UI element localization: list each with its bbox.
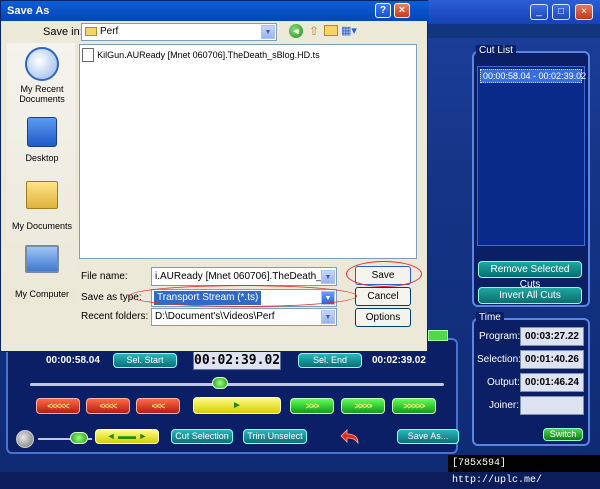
chevron-down-icon: ▼ — [321, 310, 335, 324]
save-in-dropdown[interactable]: Perf ▼ — [81, 23, 277, 41]
joiner-label: Joiner: — [489, 400, 520, 411]
annotation-oval-type — [129, 285, 357, 307]
recent-folders-dropdown[interactable]: D:\Document's\Videos\Perf ▼ — [151, 308, 337, 326]
file-name-input[interactable]: i.AUReady [Mnet 060706].TheDeath_sBlog.H… — [151, 267, 337, 286]
up-folder-icon[interactable]: ⇧ — [306, 23, 322, 39]
undo-icon[interactable] — [340, 428, 362, 446]
rewind-fastest-button[interactable]: <<<<< — [36, 398, 80, 414]
forward-button[interactable]: >>> — [290, 398, 334, 414]
close-button[interactable]: × — [575, 4, 593, 20]
selection-time: 00:01:40.26 — [520, 350, 584, 369]
place-recent[interactable]: My Recent Documents — [7, 47, 77, 104]
place-label: My Recent Documents — [19, 84, 65, 104]
new-folder-icon[interactable] — [324, 25, 338, 36]
sel-start-button[interactable]: Sel. Start — [113, 353, 177, 368]
cancel-button[interactable]: Cancel — [355, 287, 411, 306]
file-item[interactable]: KilGun.AUReady [Mnet 060706].TheDeath_sB… — [82, 48, 320, 62]
chevron-down-icon: ▼ — [261, 25, 275, 39]
output-label: Output: — [487, 377, 520, 388]
desktop-icon — [27, 117, 57, 147]
volume-thumb[interactable] — [69, 432, 88, 444]
place-label: Desktop — [25, 153, 59, 163]
place-label: My Documents — [11, 221, 73, 231]
maximize-button[interactable]: □ — [552, 4, 570, 20]
invert-all-cuts-button[interactable]: Invert All Cuts — [478, 287, 582, 304]
cut-selection-button[interactable]: Cut Selection — [171, 429, 233, 444]
place-desktop[interactable]: Desktop — [7, 117, 77, 163]
speaker-icon[interactable] — [16, 430, 34, 448]
file-name-value: i.AUReady [Mnet 060706].TheDeath_sBlog.H… — [155, 271, 336, 282]
save-in-value: Perf — [100, 26, 119, 37]
folder-icon — [85, 27, 97, 36]
joiner-field[interactable] — [520, 396, 584, 415]
file-name-label: File name: — [81, 271, 128, 282]
current-time-display: 00:02:39.02 — [193, 350, 281, 370]
seek-track[interactable] — [30, 383, 444, 386]
sel-end-button[interactable]: Sel. End — [298, 353, 362, 368]
program-time: 00:03:27.22 — [520, 327, 584, 346]
chevron-down-icon: ▼ — [321, 270, 335, 284]
selection-label: Selection: — [477, 354, 521, 365]
dialog-close-button[interactable]: × — [394, 3, 410, 18]
minimize-button[interactable]: _ — [530, 4, 548, 20]
place-label: My Computer — [14, 289, 69, 299]
sel-start-time: 00:00:58.04 — [46, 355, 100, 366]
switch-button[interactable]: Switch — [543, 428, 583, 441]
views-menu-icon[interactable]: ▦▾ — [341, 24, 361, 38]
recent-folders-label: Recent folders: — [81, 311, 149, 322]
sel-end-time: 00:02:39.02 — [372, 355, 426, 366]
trim-unselect-button[interactable]: Trim Unselect — [243, 429, 307, 444]
play-button[interactable]: ► — [193, 397, 281, 414]
output-time: 00:01:46.24 — [520, 373, 584, 392]
recent-documents-icon — [25, 47, 59, 81]
help-button[interactable]: ? — [375, 3, 391, 18]
cut-list-box[interactable]: 00:00:58.04 - 00:02:39.02 — [477, 66, 586, 246]
dialog-title: Save As — [1, 1, 429, 21]
frame-step-button[interactable]: ◄ ▬▬ ► — [95, 429, 159, 444]
rewind-button[interactable]: <<< — [136, 398, 180, 414]
watermark: [785x594] http://uplc.me/ — [448, 455, 600, 486]
my-documents-icon — [26, 181, 58, 209]
file-name: KilGun.AUReady [Mnet 060706].TheDeath_sB… — [97, 50, 320, 60]
file-list[interactable]: KilGun.AUReady [Mnet 060706].TheDeath_sB… — [79, 44, 417, 259]
my-computer-icon — [25, 245, 59, 273]
place-my-documents[interactable]: My Documents — [7, 181, 77, 231]
cut-list-item[interactable]: 00:00:58.04 - 00:02:39.02 — [480, 69, 586, 83]
save-as-dialog: Save As ? × Save in: Perf ▼ ◄ ⇧ ▦▾ My Re… — [0, 0, 429, 352]
options-button[interactable]: Options — [355, 308, 411, 327]
save-in-label: Save in: — [43, 26, 83, 38]
annotation-oval-save — [346, 261, 422, 287]
progress-indicator — [428, 330, 448, 341]
back-icon[interactable]: ◄ — [289, 24, 303, 38]
program-label: Program: — [479, 331, 521, 342]
cut-list-title: Cut List — [476, 45, 516, 56]
app-toolbar-strip — [428, 24, 600, 38]
rewind-faster-button[interactable]: <<<< — [86, 398, 130, 414]
forward-fastest-button[interactable]: >>>>> — [392, 398, 436, 414]
save-as-button[interactable]: Save As... — [397, 429, 459, 444]
remove-selected-cuts-button[interactable]: Remove Selected Cuts — [478, 261, 582, 290]
time-panel-title: Time — [476, 312, 504, 323]
recent-folders-value: D:\Document's\Videos\Perf — [155, 311, 275, 322]
seek-thumb[interactable] — [212, 377, 229, 389]
ts-file-icon — [82, 48, 94, 62]
place-my-computer[interactable]: My Computer — [7, 245, 77, 299]
forward-faster-button[interactable]: >>>> — [341, 398, 385, 414]
